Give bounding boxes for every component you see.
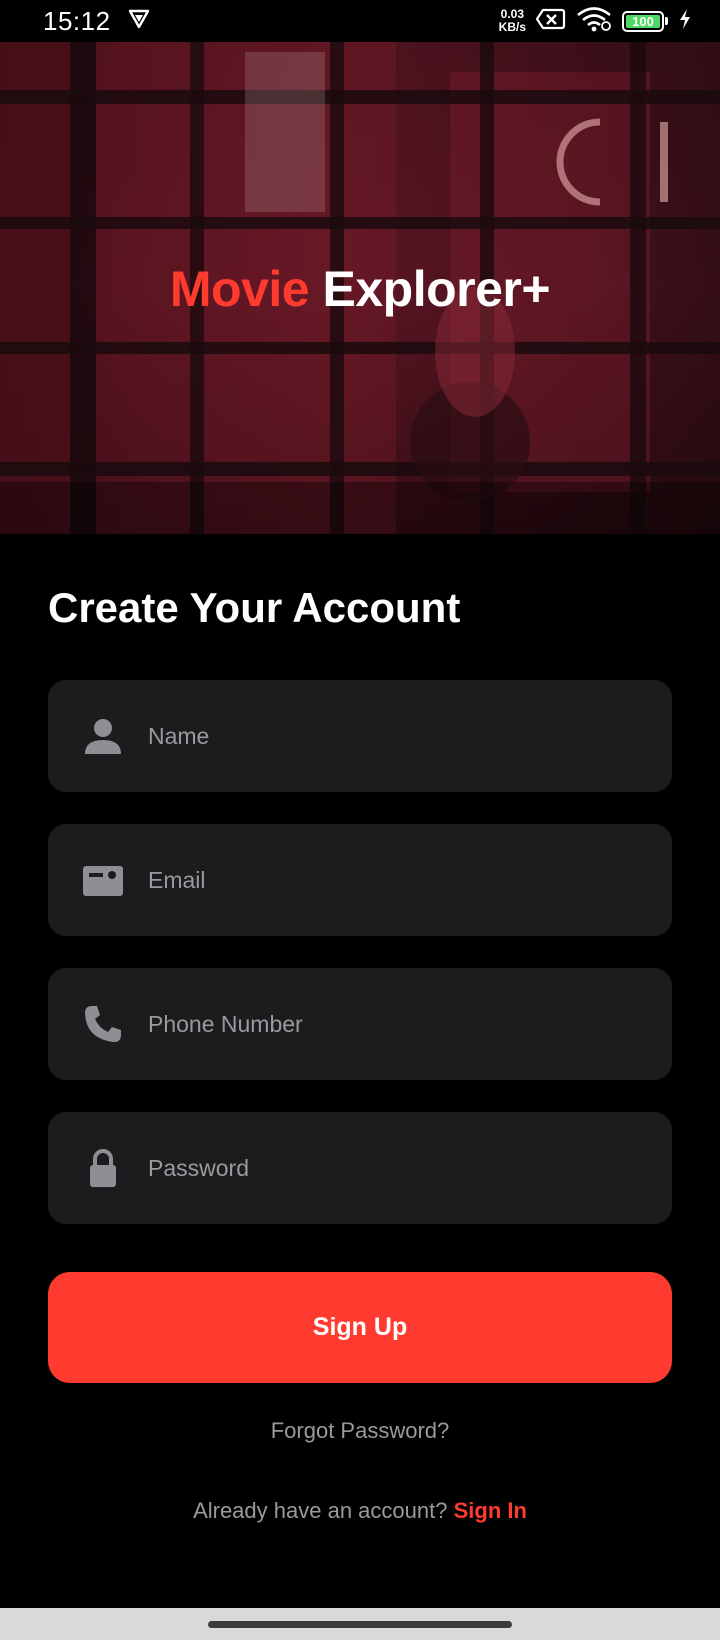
network-speed: 0.03 KB/s [499,8,526,34]
home-indicator[interactable] [208,1620,512,1628]
password-field[interactable] [48,1112,672,1224]
no-sim-icon [535,7,566,36]
charging-icon [678,8,692,35]
wifi-icon [576,6,612,37]
person-icon [81,714,125,758]
app-title-accent: Movie [169,261,310,317]
hero-banner: Movie Explorer+ [0,42,720,534]
phone-icon [81,1002,125,1046]
lock-icon [81,1146,125,1190]
vpn-shield-icon [127,8,151,35]
name-input[interactable] [148,680,648,792]
sign-up-button[interactable]: Sign Up [48,1272,672,1383]
signup-screen: 15:12 0.03 KB/s 100 Movie Explorer+ Crea… [0,0,720,1640]
app-title: Movie Explorer+ [0,260,720,318]
name-field[interactable] [48,680,672,792]
page-title: Create Your Account [48,584,461,631]
net-speed-unit: KB/s [498,20,526,34]
sign-in-prompt: Already have an account? Sign In [0,1498,720,1524]
battery-icon: 100 [622,10,668,32]
forgot-password-link[interactable]: Forgot Password? [0,1418,720,1444]
email-field[interactable] [48,824,672,936]
phone-input[interactable] [148,968,648,1080]
password-input[interactable] [148,1112,648,1224]
battery-level: 100 [626,14,660,28]
sign-in-link[interactable]: Sign In [454,1498,527,1523]
email-input[interactable] [148,824,648,936]
sign-in-prompt-text: Already have an account? [193,1498,448,1523]
system-nav-bar [0,1608,720,1640]
app-title-rest: Explorer+ [322,261,551,317]
id-card-icon [81,858,125,902]
status-time: 15:12 [43,5,111,36]
phone-field[interactable] [48,968,672,1080]
status-bar: 15:12 0.03 KB/s 100 [0,0,720,42]
